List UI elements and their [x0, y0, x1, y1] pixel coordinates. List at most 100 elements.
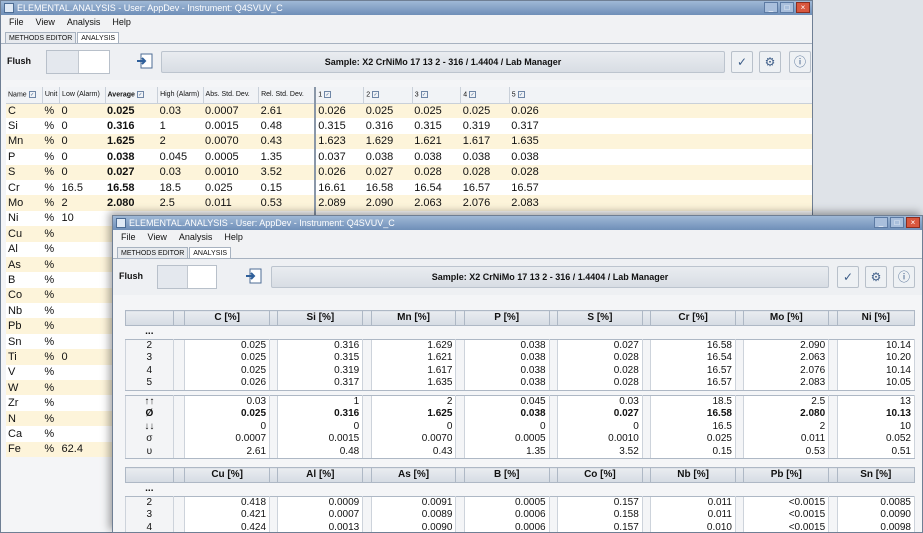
filter-icon[interactable]: ✓: [28, 91, 36, 99]
tab-analysis[interactable]: ANALYSIS: [189, 247, 231, 258]
table-cell: %: [42, 333, 60, 350]
run-value: 0.0006: [463, 521, 550, 532]
column-header-label: 2: [366, 91, 371, 99]
filter-icon[interactable]: ✓: [372, 91, 380, 99]
column-header-label: 5: [511, 91, 516, 99]
filter-icon[interactable]: ✓: [420, 91, 428, 99]
column-header[interactable]: 4 ✓: [460, 87, 510, 104]
filter-icon[interactable]: ✓: [469, 91, 477, 99]
close-button[interactable]: ×: [906, 217, 920, 228]
table-row[interactable]: Cr% 16.5 16.58 18.5 0.025 0.15 16.61 16.58 16.54…: [6, 179, 812, 196]
element-header[interactable]: Pb [%]: [743, 467, 830, 483]
checklist-icon[interactable]: ✓: [837, 266, 859, 288]
column-header[interactable]: 1 ✓: [314, 87, 365, 104]
element-header[interactable]: Mn [%]: [370, 310, 457, 326]
expand-button[interactable]: ...: [126, 326, 174, 340]
table-row[interactable]: Mn% 0 1.625 2 0.0070 0.43 1.623 1.629 1.621 1.617…: [6, 133, 812, 150]
stat-value: 2: [743, 420, 830, 433]
flush-toggle[interactable]: [157, 265, 217, 289]
spacer: [185, 326, 270, 340]
element-header[interactable]: Nb [%]: [650, 467, 736, 483]
sample-input-icon[interactable]: [136, 51, 156, 71]
menu-analysis[interactable]: Analysis: [67, 15, 101, 30]
column-header[interactable]: 2 ✓: [363, 87, 413, 104]
column-header[interactable]: Low (Alarm): [59, 87, 106, 104]
info-icon[interactable]: ⓘ: [893, 266, 915, 288]
element-header[interactable]: Ni [%]: [836, 310, 916, 326]
column-header[interactable]: High (Alarm): [157, 87, 204, 104]
column-header[interactable]: 5 ✓: [509, 87, 812, 104]
column-header[interactable]: Average ✓: [105, 87, 159, 104]
column-header[interactable]: 3 ✓: [412, 87, 462, 104]
info-icon[interactable]: ⓘ: [789, 51, 811, 73]
stat-value: 0.48: [277, 445, 364, 459]
spacer: [363, 522, 371, 533]
table-row[interactable]: Mo% 2 2.080 2.5 0.011 0.53 2.089 2.090 2.063 2.07…: [6, 195, 812, 211]
element-header[interactable]: Cu [%]: [184, 467, 271, 483]
minimize-button[interactable]: _: [764, 2, 778, 13]
spacer: [270, 326, 278, 340]
element-header[interactable]: Cr [%]: [650, 310, 736, 326]
spacer: [744, 483, 829, 497]
sample-input-icon[interactable]: [245, 266, 265, 286]
table-cell: %: [42, 410, 60, 427]
spacer: [455, 445, 465, 459]
element-header[interactable]: Sn [%]: [836, 467, 916, 483]
sample-label: Sample: X2 CrNiMo 17 13 2 - 316 / 1.4404…: [271, 266, 829, 288]
maximize-button[interactable]: □: [890, 217, 904, 228]
column-header[interactable]: Unit: [42, 87, 61, 104]
filter-icon[interactable]: ✓: [517, 91, 525, 99]
element-header[interactable]: Si [%]: [277, 310, 364, 326]
stat-value: 0.0007: [184, 433, 271, 446]
element-header[interactable]: Al [%]: [277, 467, 364, 483]
tab-methods-editor[interactable]: METHODS EDITOR: [5, 32, 77, 43]
element-header[interactable]: Co [%]: [557, 467, 643, 483]
tab-analysis[interactable]: ANALYSIS: [77, 32, 119, 43]
element-header[interactable]: Mo [%]: [743, 310, 830, 326]
table-cell: N: [6, 410, 43, 427]
block-row: ↑↑ 0.03 1 2 0.045 0.03 18.5 2.5 13: [125, 394, 916, 408]
tab-methods-editor[interactable]: METHODS EDITOR: [117, 247, 189, 258]
close-button[interactable]: ×: [796, 2, 810, 13]
menu-view[interactable]: View: [36, 15, 55, 30]
spacer: [172, 310, 186, 326]
run-value: 0.025: [184, 364, 271, 377]
menu-help[interactable]: Help: [112, 15, 131, 30]
table-row[interactable]: Si% 0 0.316 1 0.0015 0.48 0.315 0.316 0.315 0.319…: [6, 118, 812, 134]
menu-help[interactable]: Help: [224, 230, 243, 245]
maximize-button[interactable]: □: [780, 2, 794, 13]
table-row[interactable]: S% 0 0.027 0.03 0.0010 3.52 0.026 0.027 0.028 0.0…: [6, 164, 812, 180]
gear-icon[interactable]: ⚙: [759, 51, 781, 73]
column-header[interactable]: Abs. Std. Dev.: [203, 87, 260, 104]
filter-icon[interactable]: ✓: [136, 91, 144, 99]
element-header[interactable]: C [%]: [184, 310, 271, 326]
column-header[interactable]: Rel. Std. Dev.: [258, 87, 316, 104]
spacer: [735, 365, 743, 378]
gear-icon[interactable]: ⚙: [865, 266, 887, 288]
spacer: [829, 433, 837, 446]
filter-icon[interactable]: ✓: [324, 91, 332, 99]
table-row[interactable]: C% 0 0.025 0.03 0.0007 2.61 0.026 0.025 0.025 0.0…: [6, 103, 812, 119]
menu-view[interactable]: View: [148, 230, 167, 245]
element-header[interactable]: P [%]: [463, 310, 550, 326]
element-header[interactable]: As [%]: [370, 467, 457, 483]
flush-toggle[interactable]: [46, 50, 110, 74]
element-header[interactable]: S [%]: [557, 310, 643, 326]
menu-file[interactable]: File: [121, 230, 136, 245]
table-row[interactable]: P% 0 0.038 0.045 0.0005 1.35 0.037 0.038 0.038 0.…: [6, 149, 812, 165]
spacer: [371, 326, 456, 340]
column-header-label: Name: [8, 91, 27, 99]
table-cell: 10: [59, 210, 106, 227]
spacer: [735, 352, 743, 365]
checklist-icon[interactable]: ✓: [731, 51, 753, 73]
expand-button[interactable]: ...: [126, 483, 174, 497]
minimize-button[interactable]: _: [874, 217, 888, 228]
menu-file[interactable]: File: [9, 15, 24, 30]
table-cell: Mn: [6, 133, 43, 150]
menu-analysis[interactable]: Analysis: [179, 230, 213, 245]
run-value: 1.621: [370, 352, 457, 365]
table-cell: 0.025: [460, 103, 510, 119]
column-header[interactable]: Name ✓: [6, 87, 43, 104]
element-header[interactable]: B [%]: [463, 467, 550, 483]
column-header-label: High (Alarm): [160, 91, 200, 99]
